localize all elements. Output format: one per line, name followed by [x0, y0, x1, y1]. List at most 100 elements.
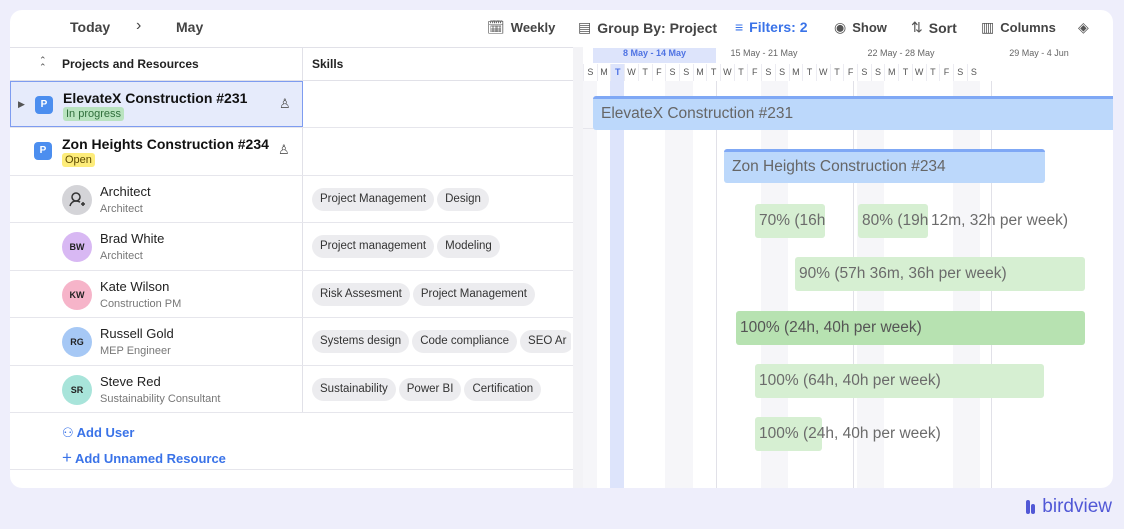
- chevron-right-icon[interactable]: ›: [136, 17, 141, 35]
- sort-icon: ⇅: [911, 19, 923, 35]
- collapse-all-icon[interactable]: ⌃ ⌃: [39, 56, 47, 72]
- add-user-icon: ⚇: [62, 425, 74, 440]
- day-header: T: [733, 64, 748, 81]
- day-header: S: [678, 64, 693, 81]
- day-header: T: [898, 64, 912, 81]
- columns-icon: ▥: [981, 19, 995, 35]
- day-header: S: [583, 64, 597, 81]
- resource-cell[interactable]: Architect Architect: [10, 176, 303, 222]
- assign-user-icon[interactable]: ♙: [279, 96, 291, 112]
- skill-tag: Modeling: [437, 235, 500, 258]
- resource-row[interactable]: Architect Architect Project Management De…: [10, 176, 573, 223]
- day-header: T: [610, 64, 625, 81]
- column-title-skills[interactable]: Skills: [312, 57, 343, 71]
- day-header: M: [596, 64, 611, 81]
- project-cell[interactable]: ▶ P ElevateX Construction #231 In progre…: [10, 81, 303, 127]
- week-header: 22 May - 28 May: [867, 48, 935, 58]
- resource-cell[interactable]: SR Steve Red Sustainability Consultant: [10, 366, 303, 412]
- skill-tag: SEO Ar: [520, 330, 571, 353]
- layers-icon[interactable]: ◈: [1078, 19, 1089, 36]
- day-column: [597, 81, 611, 488]
- add-unnamed-resource-button[interactable]: + Add Unnamed Resource: [62, 448, 226, 468]
- project-bar[interactable]: ElevateX Construction #231: [593, 96, 1113, 130]
- calendar-icon: 🗓︎: [487, 19, 505, 35]
- group-by-button[interactable]: ▤ Group By: Project: [578, 19, 717, 36]
- avatar: RG: [62, 327, 92, 357]
- project-row[interactable]: ▶ P ElevateX Construction #231 In progre…: [10, 81, 573, 128]
- day-header: T: [706, 64, 720, 81]
- day-column: [638, 81, 652, 488]
- day-header: S: [857, 64, 871, 81]
- vertical-scrollbar[interactable]: [573, 47, 583, 488]
- resource-row[interactable]: BW Brad White Architect Project manageme…: [10, 223, 573, 271]
- gantt-timeline[interactable]: SMTWTFSSMTWTFSSMTWTFSSMTWTFSS 8 May - 14…: [573, 47, 1113, 488]
- skill-tag: Certification: [464, 378, 542, 401]
- skills-list: Risk Assesment Project Management: [312, 283, 571, 309]
- day-header: M: [788, 64, 803, 81]
- expand-caret-icon[interactable]: ▶: [18, 99, 25, 110]
- resource-cell[interactable]: RG Russell Gold MEP Engineer: [10, 318, 303, 365]
- project-title[interactable]: ElevateX Construction #231: [63, 90, 247, 106]
- status-badge: Open: [62, 153, 95, 167]
- plus-icon: +: [62, 448, 72, 467]
- resource-row[interactable]: KW Kate Wilson Construction PM Risk Asse…: [10, 271, 573, 318]
- resource-cell[interactable]: BW Brad White Architect: [10, 223, 303, 270]
- resource-cell[interactable]: KW Kate Wilson Construction PM: [10, 271, 303, 317]
- day-column: [624, 81, 638, 488]
- allocation-bar[interactable]: 90% (57h 36m, 36h per week): [795, 257, 1085, 291]
- sort-button[interactable]: ⇅ Sort: [911, 19, 957, 36]
- resource-row[interactable]: SR Steve Red Sustainability Consultant S…: [10, 366, 573, 413]
- assign-user-icon[interactable]: ♙: [278, 142, 290, 158]
- resource-name: Russell Gold: [100, 326, 174, 341]
- project-bar[interactable]: Zon Heights Construction #234: [724, 149, 1045, 183]
- add-user-button[interactable]: ⚇ Add User: [62, 425, 134, 441]
- avatar: BW: [62, 232, 92, 262]
- skills-list: Sustainability Power BI Certification: [312, 378, 571, 404]
- week-header: 15 May - 21 May: [730, 48, 798, 58]
- show-button[interactable]: ◉ Show: [834, 19, 887, 36]
- day-column: [583, 81, 597, 488]
- day-header: F: [747, 64, 761, 81]
- weekly-button[interactable]: 🗓︎ Weekly: [487, 19, 555, 36]
- column-title-projects: Projects and Resources: [62, 57, 199, 71]
- skills-list: Project management Modeling: [312, 235, 571, 261]
- column-header-projects[interactable]: ⌃ ⌃ Projects and Resources: [10, 48, 303, 81]
- day-column: [706, 81, 720, 488]
- resource-name: Steve Red: [100, 374, 161, 389]
- day-header: F: [651, 64, 666, 81]
- project-row[interactable]: P Zon Heights Construction #234 Open ♙: [10, 128, 573, 176]
- allocation-bar[interactable]: 100% (64h, 40h per week): [755, 364, 1044, 398]
- today-button[interactable]: Today: [70, 19, 110, 35]
- skills-list: Systems design Code compliance SEO Ar: [312, 330, 571, 356]
- project-badge: P: [34, 142, 52, 160]
- week-divider: [716, 81, 717, 488]
- skill-tag: Project management: [312, 235, 435, 258]
- week-header: 8 May - 14 May: [593, 48, 716, 63]
- group-icon: ▤: [578, 19, 592, 35]
- day-header: W: [720, 64, 734, 81]
- user-placeholder-icon: [62, 185, 92, 215]
- resource-role: Sustainability Consultant: [100, 393, 221, 405]
- avatar: KW: [62, 280, 92, 310]
- skill-tag: Sustainability: [312, 378, 396, 401]
- project-cell[interactable]: P Zon Heights Construction #234 Open ♙: [10, 128, 303, 175]
- resource-role: Construction PM: [100, 298, 182, 310]
- resource-table: ⌃ ⌃ Projects and Resources Skills ▶ P Ele…: [10, 47, 573, 488]
- allocation-bar[interactable]: 70% (16h: [755, 204, 825, 238]
- filters-button[interactable]: ≡ Filters: 2: [735, 19, 808, 35]
- allocation-bar[interactable]: 80% (19h: [858, 204, 928, 238]
- resource-role: MEP Engineer: [100, 345, 171, 357]
- resource-name: Kate Wilson: [100, 279, 170, 294]
- day-header: F: [939, 64, 953, 81]
- birdview-logo-icon: [1026, 500, 1038, 514]
- day-header: F: [843, 64, 857, 81]
- birdview-logo: birdview: [1026, 496, 1112, 518]
- day-header: W: [815, 64, 830, 81]
- resource-row[interactable]: RG Russell Gold MEP Engineer Systems des…: [10, 318, 573, 366]
- day-header: T: [925, 64, 940, 81]
- allocation-bar[interactable]: 100% (24h, 40h per week): [755, 417, 941, 451]
- allocation-bar[interactable]: 100% (24h, 40h per week): [736, 311, 1085, 345]
- day-column: [734, 81, 748, 488]
- columns-button[interactable]: ▥ Columns: [981, 19, 1056, 36]
- project-title[interactable]: Zon Heights Construction #234: [62, 136, 269, 152]
